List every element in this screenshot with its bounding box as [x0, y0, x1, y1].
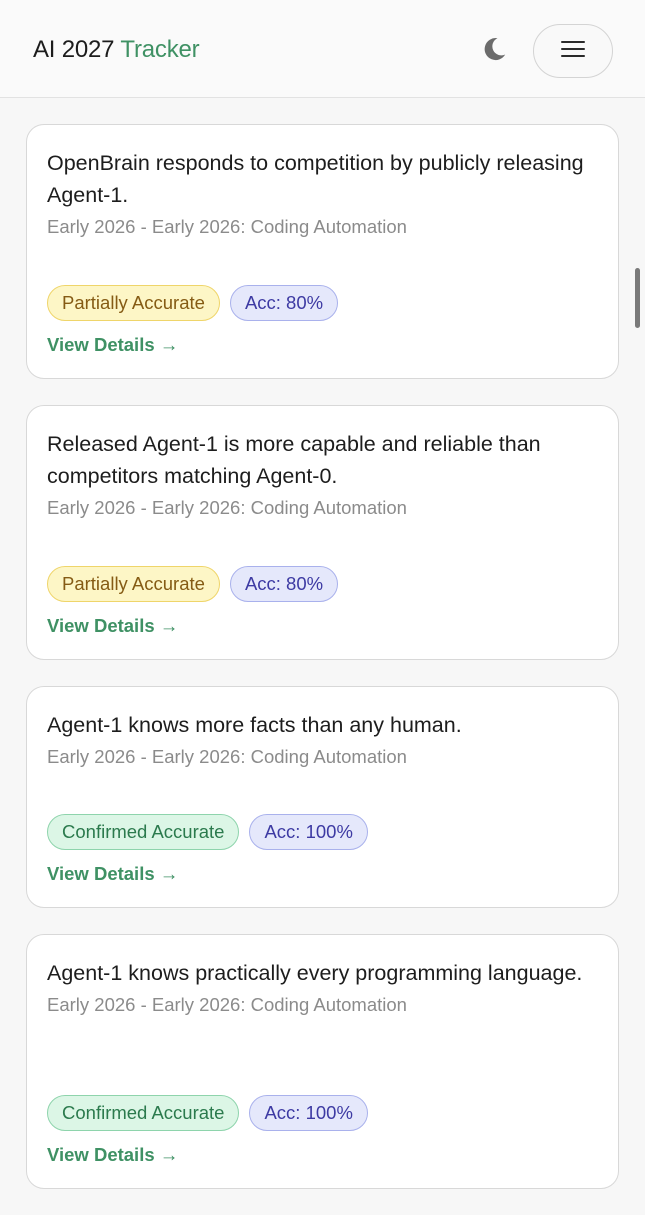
prediction-list: OpenBrain responds to competition by pub…: [26, 124, 619, 1215]
brand-name: AI 2027: [33, 36, 115, 63]
prediction-title: Agent-1 knows more facts than any human.: [47, 713, 462, 737]
accuracy-badge: Acc: 100%: [249, 1095, 368, 1131]
view-details-link[interactable]: View Details →: [47, 863, 178, 885]
hamburger-menu-icon: [560, 40, 586, 63]
prediction-title: OpenBrain responds to competition by pub…: [47, 151, 584, 207]
prediction-card[interactable]: OpenBrain responds to competition by pub…: [26, 124, 619, 379]
view-details-link[interactable]: View Details →: [47, 1144, 178, 1166]
brand-accent: Tracker: [120, 36, 200, 63]
prediction-title: Agent-1 knows practically every programm…: [47, 961, 583, 985]
accuracy-badge: Acc: 100%: [249, 814, 368, 850]
top-bar: AI 2027 Tracker: [0, 0, 645, 98]
status-badge: Partially Accurate: [47, 566, 220, 602]
prediction-timeframe: Early 2026 - Early 2026: Coding Automati…: [47, 994, 407, 1015]
app-logo[interactable]: AI 2027 Tracker: [33, 36, 200, 64]
accuracy-badge: Acc: 80%: [229, 285, 339, 321]
menu-button[interactable]: [533, 24, 613, 78]
prediction-card[interactable]: Agent-1 knows more facts than any human.…: [26, 686, 619, 908]
prediction-timeframe: Early 2026 - Early 2026: Coding Automati…: [47, 746, 407, 767]
scrollbar-thumb[interactable]: [635, 268, 640, 328]
accuracy-badge: Acc: 80%: [229, 566, 339, 602]
prediction-card[interactable]: Released Agent-1 is more capable and rel…: [26, 405, 619, 660]
moon-icon: [480, 35, 508, 68]
prediction-title: Released Agent-1 is more capable and rel…: [47, 432, 541, 488]
status-badge: Confirmed Accurate: [47, 814, 240, 850]
theme-toggle-button[interactable]: [478, 35, 510, 67]
status-badge: Confirmed Accurate: [47, 1095, 240, 1131]
prediction-card[interactable]: Agent-1 knows practically every programm…: [26, 934, 619, 1189]
prediction-timeframe: Early 2026 - Early 2026: Coding Automati…: [47, 216, 407, 237]
view-details-link[interactable]: View Details →: [47, 334, 178, 356]
prediction-timeframe: Early 2026 - Early 2026: Coding Automati…: [47, 497, 407, 518]
view-details-link[interactable]: View Details →: [47, 615, 178, 637]
status-badge: Partially Accurate: [47, 285, 220, 321]
